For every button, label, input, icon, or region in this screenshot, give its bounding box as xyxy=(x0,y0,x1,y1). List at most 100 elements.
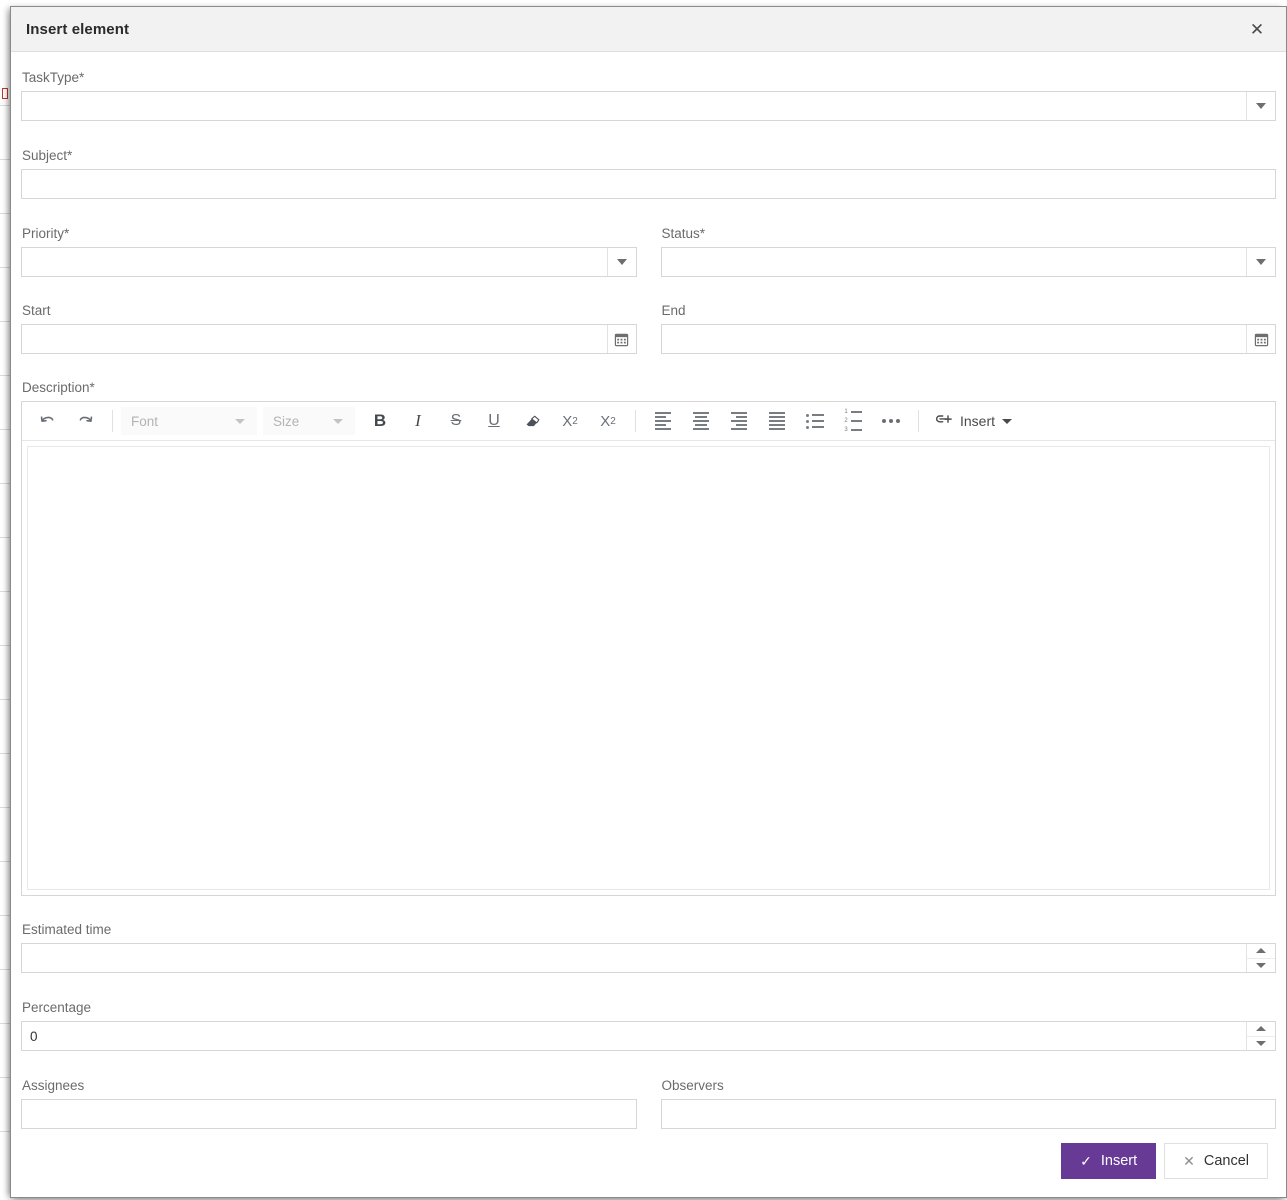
list-number: 2 xyxy=(844,418,848,424)
subject-label: Subject* xyxy=(22,148,73,163)
priority-dropdown[interactable] xyxy=(21,247,637,277)
underline-button[interactable]: U xyxy=(475,405,513,437)
superscript-base: X xyxy=(600,412,611,430)
start-input[interactable] xyxy=(22,325,607,353)
font-size-select[interactable]: Size xyxy=(263,407,355,435)
subject-input[interactable] xyxy=(22,170,1275,198)
subscript-base: X xyxy=(562,412,573,430)
observers-control[interactable] xyxy=(660,1099,1276,1129)
close-icon[interactable]: ✕ xyxy=(1242,14,1272,44)
priority-label: Priority* xyxy=(22,226,70,241)
x-icon: ✕ xyxy=(1183,1153,1195,1169)
priority-status-row: Priority* Status* xyxy=(21,226,1276,277)
subscript-button[interactable]: X2 xyxy=(551,405,589,437)
insert-link-icon xyxy=(935,412,953,431)
cancel-button-label: Cancel xyxy=(1203,1153,1249,1169)
percentage-input[interactable] xyxy=(22,1022,1246,1050)
field-subject: Subject* xyxy=(21,148,1276,199)
insert-element-dialog: Insert element ✕ TaskType* Subject* Prio… xyxy=(10,6,1287,1198)
superscript-index: 2 xyxy=(610,415,616,427)
assignees-label: Assignees xyxy=(22,1078,85,1093)
stepper-up-icon[interactable] xyxy=(1247,944,1275,959)
align-right-icon[interactable] xyxy=(720,405,758,437)
toolbar-divider xyxy=(918,410,919,432)
eraser-icon[interactable] xyxy=(513,405,551,437)
assignees-control[interactable] xyxy=(21,1099,637,1129)
undo-icon[interactable] xyxy=(28,405,66,437)
assignees-observers-row: Assignees Observers xyxy=(21,1078,1276,1129)
estimated-time-label: Estimated time xyxy=(22,922,112,937)
field-tasktype: TaskType* xyxy=(21,70,1276,121)
percentage-numeric[interactable] xyxy=(21,1021,1276,1051)
end-input[interactable] xyxy=(661,325,1246,353)
description-label: Description* xyxy=(22,380,95,395)
editor-insert-label: Insert xyxy=(960,413,996,429)
field-status: Status* xyxy=(660,226,1276,277)
assignees-input[interactable] xyxy=(22,1100,636,1128)
end-label: End xyxy=(661,303,686,318)
tasktype-input[interactable] xyxy=(22,92,1246,120)
start-label: Start xyxy=(22,303,51,318)
align-justify-icon[interactable] xyxy=(758,405,796,437)
calendar-icon[interactable] xyxy=(1246,325,1275,353)
cancel-button[interactable]: ✕ Cancel xyxy=(1164,1143,1268,1179)
priority-input[interactable] xyxy=(22,248,607,276)
status-dropdown[interactable] xyxy=(660,247,1276,277)
align-center-icon[interactable] xyxy=(682,405,720,437)
description-editor-content[interactable] xyxy=(27,446,1270,890)
numbered-list-icon[interactable]: 1 2 3 xyxy=(834,405,872,437)
redo-icon[interactable] xyxy=(66,405,104,437)
status-label: Status* xyxy=(661,226,706,241)
estimated-time-numeric[interactable] xyxy=(21,943,1276,973)
bullet-list-icon[interactable] xyxy=(796,405,834,437)
stepper-down-icon[interactable] xyxy=(1247,1037,1275,1051)
editor-insert-menu[interactable]: Insert xyxy=(927,406,1020,436)
list-number: 1 xyxy=(844,409,848,415)
check-icon: ✓ xyxy=(1080,1153,1092,1169)
italic-button[interactable]: I xyxy=(399,405,437,437)
percentage-stepper[interactable] xyxy=(1246,1022,1275,1050)
observers-input[interactable] xyxy=(661,1100,1275,1128)
strikethrough-button[interactable]: S xyxy=(437,405,475,437)
start-datepicker[interactable] xyxy=(21,324,637,354)
status-input[interactable] xyxy=(661,248,1246,276)
field-percentage: Percentage xyxy=(21,1000,1276,1051)
tasktype-label: TaskType* xyxy=(22,70,85,85)
toolbar-divider xyxy=(112,410,113,432)
font-family-select[interactable]: Font xyxy=(121,407,257,435)
estimated-time-stepper[interactable] xyxy=(1246,944,1275,972)
insert-button[interactable]: ✓ Insert xyxy=(1061,1143,1157,1179)
tasktype-dropdown[interactable] xyxy=(21,91,1276,121)
editor-content-wrap xyxy=(22,441,1275,895)
chevron-down-icon[interactable] xyxy=(606,248,636,276)
subject-control[interactable] xyxy=(21,169,1276,199)
dialog-body: TaskType* Subject* Priority* Status* Sta… xyxy=(11,52,1286,1131)
bold-button[interactable]: B xyxy=(361,405,399,437)
dialog-footer: ✓ Insert ✕ Cancel xyxy=(11,1131,1286,1197)
end-datepicker[interactable] xyxy=(660,324,1276,354)
chevron-down-icon[interactable] xyxy=(1246,92,1275,120)
stepper-down-icon[interactable] xyxy=(1247,959,1275,973)
calendar-icon[interactable] xyxy=(606,325,636,353)
superscript-button[interactable]: X2 xyxy=(589,405,627,437)
list-number: 3 xyxy=(844,427,848,433)
field-description: Description* Font Size B I S U X 2 X 2 1… xyxy=(21,380,1276,896)
subscript-index: 2 xyxy=(572,415,578,427)
field-observers: Observers xyxy=(660,1078,1276,1129)
background-status-badge xyxy=(2,88,8,99)
chevron-down-icon[interactable] xyxy=(1246,248,1275,276)
more-options-icon[interactable] xyxy=(872,405,910,437)
field-estimated-time: Estimated time xyxy=(21,922,1276,973)
percentage-label: Percentage xyxy=(22,1000,92,1015)
insert-button-label: Insert xyxy=(1100,1153,1138,1169)
align-left-icon[interactable] xyxy=(644,405,682,437)
stepper-up-icon[interactable] xyxy=(1247,1022,1275,1037)
estimated-time-input[interactable] xyxy=(22,944,1246,972)
dialog-title: Insert element xyxy=(26,20,130,38)
field-priority: Priority* xyxy=(21,226,637,277)
observers-label: Observers xyxy=(661,1078,724,1093)
field-assignees: Assignees xyxy=(21,1078,637,1129)
dialog-header: Insert element ✕ xyxy=(11,7,1286,52)
chevron-down-icon xyxy=(1002,418,1013,424)
field-end: End xyxy=(660,303,1276,354)
